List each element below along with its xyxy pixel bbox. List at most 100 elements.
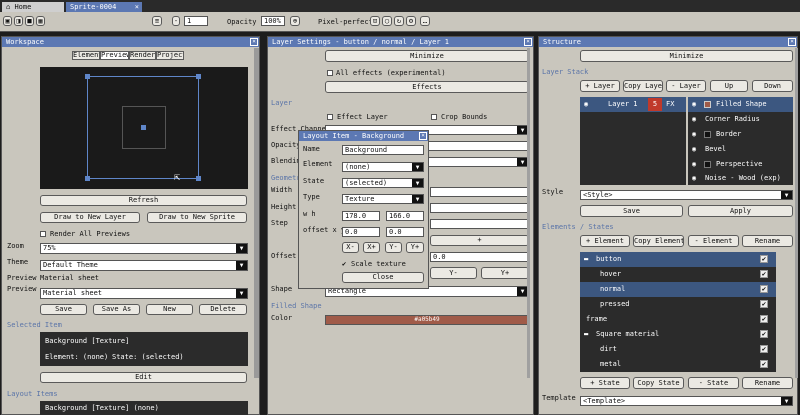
eye-icon[interactable]: ◉ <box>584 97 588 112</box>
handle[interactable] <box>85 74 90 79</box>
save-as-button[interactable]: Save As <box>93 304 140 315</box>
add-layer-button[interactable]: + Layer <box>580 80 620 92</box>
scrollbar[interactable] <box>795 48 798 378</box>
effect-row[interactable]: ◉ Corner Radius <box>688 112 793 127</box>
tab-preview[interactable]: Preview <box>100 51 129 60</box>
layer-list[interactable]: ◉ Layer 1 5 FX <box>580 97 686 185</box>
structure-minimize-button[interactable]: Minimize <box>580 50 793 62</box>
tab-home[interactable]: ⌂ Home <box>2 2 64 12</box>
effect-row[interactable]: ◉ Filled Shape <box>688 97 793 112</box>
y-minus-button[interactable]: Y- <box>385 242 402 253</box>
tree-row-dirt[interactable]: dirt ✔ <box>580 342 776 357</box>
effect-row[interactable]: ◉ Perspective <box>688 157 793 172</box>
style-select[interactable]: <Style> ▼ <box>580 190 793 200</box>
handle[interactable] <box>196 74 201 79</box>
template-select[interactable]: <Template> ▼ <box>580 396 793 406</box>
eye-icon[interactable]: ◉ <box>692 112 696 127</box>
x-plus-button[interactable]: X+ <box>363 242 380 253</box>
element-tree[interactable]: ▬ button ✔ hover ✔ normal ✔ pressed ✔ frame ✔ … <box>580 252 776 372</box>
all-effects-checkbox[interactable] <box>327 70 333 76</box>
visible-checkbox[interactable]: ✔ <box>760 330 768 338</box>
tree-row-hover[interactable]: hover ✔ <box>580 267 776 282</box>
ls-minimize-button[interactable]: Minimize <box>325 50 529 62</box>
center-handle[interactable] <box>141 125 146 130</box>
tree-row-frame[interactable]: frame ✔ <box>580 312 776 327</box>
scale-texture-checkbox[interactable]: ✔ <box>342 260 346 268</box>
crop-bounds-checkbox[interactable] <box>431 114 437 120</box>
close-button[interactable]: Close <box>342 272 424 283</box>
tree-row-metal[interactable]: metal ✔ <box>580 357 776 372</box>
tree-row-pressed[interactable]: pressed ✔ <box>580 297 776 312</box>
eye-icon[interactable]: ◉ <box>692 97 696 112</box>
edit-button[interactable]: Edit <box>40 372 247 383</box>
eye-icon[interactable]: ◉ <box>692 127 696 142</box>
zoom-select[interactable]: 75% ▼ <box>40 243 248 254</box>
height-input[interactable]: 166.0 <box>386 211 424 221</box>
rotate-icon[interactable]: ⊡ <box>370 16 380 26</box>
type-select[interactable]: Texture ▼ <box>342 194 424 204</box>
plus-button[interactable]: + <box>430 235 529 246</box>
visible-checkbox[interactable]: ✔ <box>760 315 768 323</box>
save-button[interactable]: Save <box>40 304 87 315</box>
lock-icon[interactable]: ▣ <box>3 16 12 26</box>
visible-checkbox[interactable]: ✔ <box>760 300 768 308</box>
eye-icon[interactable]: ◉ <box>692 157 696 172</box>
render-all-checkbox[interactable] <box>40 231 46 237</box>
grid-icon[interactable]: ▦ <box>36 16 45 26</box>
y-plus-button[interactable]: Y+ <box>481 267 529 279</box>
copy-layer-button[interactable]: Copy Layer <box>623 80 663 92</box>
height-field[interactable] <box>430 203 529 213</box>
name-input[interactable]: Background <box>342 145 424 155</box>
close-icon[interactable]: × <box>524 38 532 46</box>
draw-new-layer-button[interactable]: Draw to New Layer <box>40 212 140 223</box>
width-input[interactable]: 178.0 <box>342 211 380 221</box>
style-apply-button[interactable]: Apply <box>688 205 793 217</box>
preview-select[interactable]: Material sheet ▼ <box>40 288 248 299</box>
scrollbar[interactable] <box>527 48 530 378</box>
collapse-icon[interactable]: ▬ <box>584 252 588 267</box>
y-minus-button[interactable]: Y- <box>430 267 477 279</box>
tree-row-button[interactable]: ▬ button ✔ <box>580 252 776 267</box>
x-minus-button[interactable]: X- <box>342 242 359 253</box>
layer-row-selected[interactable]: ◉ Layer 1 5 FX <box>580 97 686 112</box>
frame-input[interactable]: 1 <box>184 16 208 26</box>
copy-state-button[interactable]: Copy State <box>633 377 684 389</box>
tab-project[interactable]: Project <box>156 51 184 60</box>
stop-icon[interactable]: ■ <box>25 16 34 26</box>
offset-x-input[interactable]: 0.0 <box>342 227 380 237</box>
tab-sprite[interactable]: Sprite-0004 × <box>66 2 142 12</box>
menu-icon[interactable]: ≡ <box>152 16 162 26</box>
close-icon[interactable]: × <box>419 132 427 140</box>
new-button[interactable]: New <box>146 304 193 315</box>
effects-list[interactable]: ◉ Filled Shape ◉ Corner Radius ◉ Border ◉ Be… <box>688 97 793 185</box>
remove-state-button[interactable]: - State <box>688 377 739 389</box>
step-field[interactable] <box>430 219 529 229</box>
dots-icon[interactable]: … <box>420 16 430 26</box>
settings-icon[interactable]: ⚙ <box>406 16 416 26</box>
preview-canvas[interactable]: ⇱ <box>40 67 248 189</box>
effect-row[interactable]: ◉ Border <box>688 127 793 142</box>
close-icon[interactable]: × <box>788 38 796 46</box>
add-state-button[interactable]: + State <box>580 377 630 389</box>
copy-element-button[interactable]: Copy Element <box>633 235 684 247</box>
effect-row[interactable]: ◉ Noise - Wood (exp) <box>688 171 793 186</box>
handle[interactable] <box>196 176 201 181</box>
up-button[interactable]: Up <box>710 80 748 92</box>
visible-checkbox[interactable]: ✔ <box>760 285 768 293</box>
effects-button[interactable]: Effects <box>325 81 529 93</box>
effect-row[interactable]: ◉ Bevel <box>688 142 793 157</box>
element-select[interactable]: (none) ▼ <box>342 162 424 172</box>
y-plus-button[interactable]: Y+ <box>406 242 424 253</box>
eye-icon[interactable]: ◉ <box>692 142 696 157</box>
style-save-button[interactable]: Save <box>580 205 683 217</box>
rename-element-button[interactable]: Rename <box>742 235 793 247</box>
collapse-icon[interactable]: ▬ <box>584 327 588 342</box>
scrollbar[interactable] <box>254 48 259 378</box>
visible-checkbox[interactable]: ✔ <box>760 270 768 278</box>
zoom-icon[interactable]: ⊕ <box>290 16 300 26</box>
draw-new-sprite-button[interactable]: Draw to New Sprite <box>147 212 247 223</box>
close-icon[interactable]: × <box>250 38 258 46</box>
add-element-button[interactable]: + Element <box>580 235 630 247</box>
tab-element[interactable]: Element <box>72 51 100 60</box>
color-swatch[interactable]: #a05b49 <box>325 315 529 325</box>
